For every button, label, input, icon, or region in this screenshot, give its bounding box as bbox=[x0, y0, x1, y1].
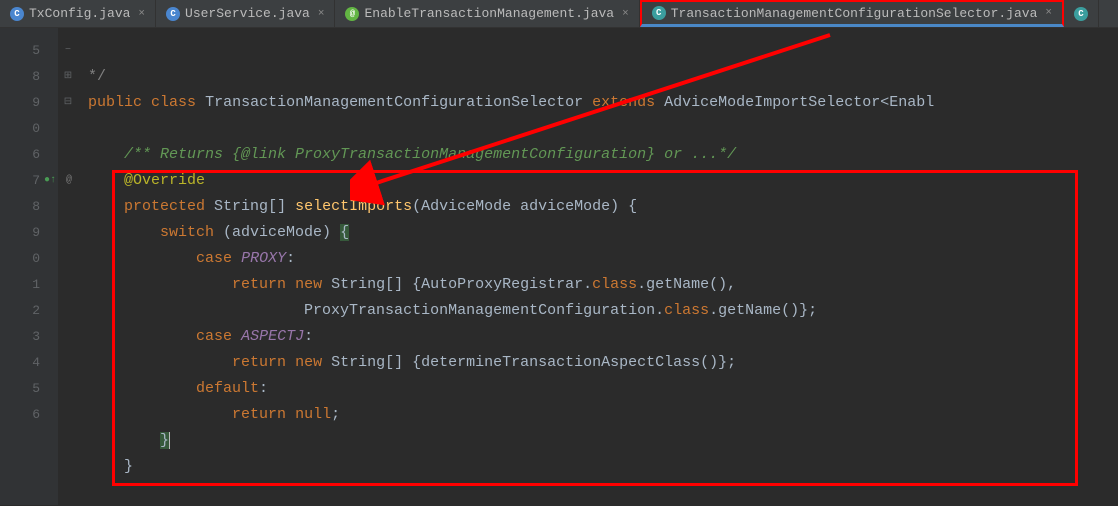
line-number: 1 bbox=[0, 272, 58, 298]
generic: Enabl bbox=[889, 94, 934, 111]
tab-enabletx[interactable]: @ EnableTransactionManagement.java × bbox=[335, 0, 639, 27]
code-text: */ bbox=[88, 68, 106, 85]
code-text: . bbox=[655, 302, 664, 319]
tab-label: EnableTransactionManagement.java bbox=[364, 6, 614, 21]
class-icon: C bbox=[166, 7, 180, 21]
code-text: String[] { bbox=[331, 276, 421, 293]
class-ref: ProxyTransactionManagementConfiguration bbox=[304, 302, 655, 319]
keyword: class bbox=[664, 302, 709, 319]
brace: } bbox=[160, 432, 169, 449]
tab-label: TransactionManagementConfigurationSelect… bbox=[671, 6, 1038, 21]
keyword: extends bbox=[592, 94, 655, 111]
code-text: .getName(), bbox=[637, 276, 736, 293]
tab-txmgmtselector[interactable]: C TransactionManagementConfigurationSele… bbox=[640, 0, 1064, 27]
class-ref: AdviceModeImportSelector bbox=[664, 94, 880, 111]
class-icon: C bbox=[10, 7, 24, 21]
brace: { bbox=[340, 224, 349, 241]
code-text: : bbox=[286, 250, 295, 267]
editor-area: 5 8 9 0 6 7●↑@ 8 9 0 1 2 3 4 5 6 − ⊞ ⊟ *… bbox=[0, 28, 1118, 505]
tab-bar: C TxConfig.java × C UserService.java × @… bbox=[0, 0, 1118, 28]
close-icon[interactable]: × bbox=[318, 8, 325, 20]
fold-column: − ⊞ ⊟ bbox=[58, 28, 78, 505]
caret bbox=[169, 432, 170, 449]
line-number: 8 bbox=[0, 194, 58, 220]
code-text: ; bbox=[331, 406, 340, 423]
line-number: 9 bbox=[0, 220, 58, 246]
keyword: class bbox=[151, 94, 196, 111]
keyword: default bbox=[196, 380, 259, 397]
keyword: null bbox=[295, 406, 331, 423]
line-number: 7●↑@ bbox=[0, 168, 58, 194]
line-number: 5 bbox=[0, 376, 58, 402]
method-call: determineTransactionAspectClass()}; bbox=[421, 354, 736, 371]
line-number: 3 bbox=[0, 324, 58, 350]
fold-handle[interactable]: ⊟ bbox=[58, 90, 78, 116]
line-gutter: 5 8 9 0 6 7●↑@ 8 9 0 1 2 3 4 5 6 bbox=[0, 28, 58, 505]
keyword: case bbox=[196, 250, 232, 267]
code-text: < bbox=[880, 94, 889, 111]
tab-txconfig[interactable]: C TxConfig.java × bbox=[0, 0, 156, 27]
code-text: String[] { bbox=[331, 354, 421, 371]
keyword: switch bbox=[160, 224, 214, 241]
expr: (adviceMode) bbox=[214, 224, 340, 241]
enum-val: PROXY bbox=[241, 250, 286, 267]
keyword: return bbox=[232, 354, 286, 371]
params: (AdviceMode adviceMode) { bbox=[412, 198, 637, 215]
tab-overflow[interactable]: C bbox=[1064, 0, 1099, 27]
keyword: case bbox=[196, 328, 232, 345]
at-icon: @ bbox=[66, 168, 72, 194]
override-gutter-icon[interactable]: ●↑ bbox=[44, 168, 56, 194]
tab-label: UserService.java bbox=[185, 6, 310, 21]
annotation: @Override bbox=[124, 172, 205, 189]
keyword: public bbox=[88, 94, 142, 111]
keyword: return bbox=[232, 406, 286, 423]
method-name: selectImports bbox=[295, 198, 412, 215]
line-number: 9 bbox=[0, 90, 58, 116]
class-ref: AutoProxyRegistrar bbox=[421, 276, 583, 293]
annotation-icon: @ bbox=[345, 7, 359, 21]
line-number: 0 bbox=[0, 246, 58, 272]
brace: } bbox=[124, 458, 133, 475]
keyword: class bbox=[592, 276, 637, 293]
line-number: 8 bbox=[0, 64, 58, 90]
keyword: return bbox=[232, 276, 286, 293]
keyword: new bbox=[295, 354, 322, 371]
keyword: new bbox=[295, 276, 322, 293]
line-number: 4 bbox=[0, 350, 58, 376]
code-editor[interactable]: */ public class TransactionManagementCon… bbox=[78, 28, 1118, 505]
tab-label: TxConfig.java bbox=[29, 6, 130, 21]
line-number: 0 bbox=[0, 116, 58, 142]
code-text: .getName()}; bbox=[709, 302, 817, 319]
line-number: 5 bbox=[0, 38, 58, 64]
enum-val: ASPECTJ bbox=[241, 328, 304, 345]
line-number: 2 bbox=[0, 298, 58, 324]
class-icon: C bbox=[1074, 7, 1088, 21]
fold-handle[interactable]: − bbox=[58, 38, 78, 64]
keyword: protected bbox=[124, 198, 205, 215]
close-icon[interactable]: × bbox=[138, 8, 145, 20]
tab-userservice[interactable]: C UserService.java × bbox=[156, 0, 335, 27]
javadoc: /** Returns {@link ProxyTransactionManag… bbox=[124, 146, 736, 163]
close-icon[interactable]: × bbox=[1045, 7, 1052, 19]
code-text: . bbox=[583, 276, 592, 293]
fold-handle[interactable]: ⊞ bbox=[58, 64, 78, 90]
class-name: TransactionManagementConfigurationSelect… bbox=[205, 94, 583, 111]
class-icon: C bbox=[652, 6, 666, 20]
line-number: 6 bbox=[0, 142, 58, 168]
type: String bbox=[214, 198, 268, 215]
code-text: : bbox=[259, 380, 268, 397]
code-text: : bbox=[304, 328, 313, 345]
line-number: 6 bbox=[0, 402, 58, 428]
close-icon[interactable]: × bbox=[622, 8, 629, 20]
